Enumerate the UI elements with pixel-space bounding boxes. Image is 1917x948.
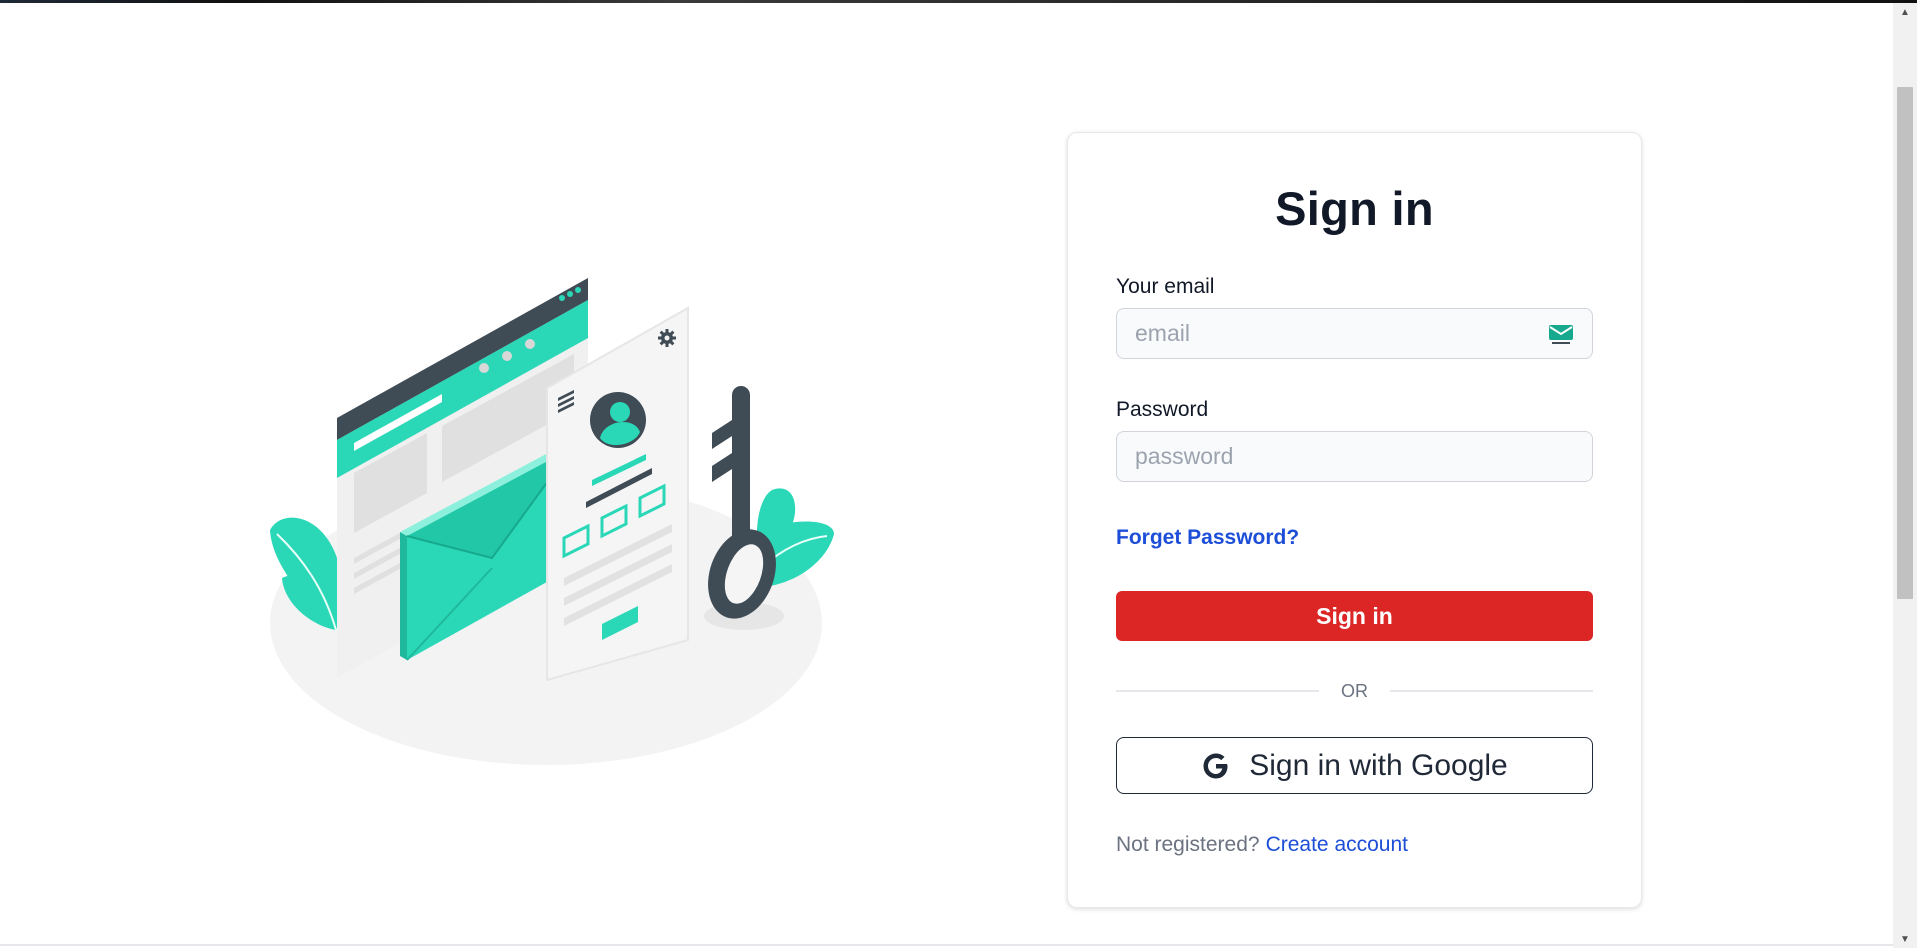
login-illustration bbox=[270, 278, 834, 765]
page-title: Sign in bbox=[1275, 182, 1434, 235]
google-g-icon bbox=[1203, 753, 1228, 778]
password-field-container bbox=[1116, 431, 1593, 482]
email-field-container bbox=[1116, 308, 1593, 359]
divider-label: OR bbox=[1341, 680, 1368, 701]
forgot-password-link[interactable]: Forget Password? bbox=[1116, 526, 1299, 550]
password-field[interactable] bbox=[1135, 443, 1574, 470]
password-label: Password bbox=[1116, 398, 1209, 421]
vertical-scrollbar[interactable]: ▲ ▼ bbox=[1893, 3, 1917, 948]
page-bottom-border bbox=[0, 944, 1893, 946]
scroll-down-arrow-icon[interactable]: ▼ bbox=[1893, 930, 1917, 948]
top-loading-bar bbox=[0, 0, 1917, 3]
signin-card: Sign in Your email Password Forget Passw… bbox=[1067, 132, 1642, 908]
divider-line-right bbox=[1390, 690, 1593, 692]
mail-icon bbox=[1549, 324, 1573, 344]
scroll-up-arrow-icon[interactable]: ▲ bbox=[1893, 3, 1917, 21]
scrollbar-thumb[interactable] bbox=[1897, 87, 1913, 599]
divider-line-left bbox=[1116, 690, 1319, 692]
google-signin-button[interactable]: Sign in with Google bbox=[1116, 737, 1593, 794]
create-account-link[interactable]: Create account bbox=[1266, 833, 1408, 856]
email-field[interactable] bbox=[1135, 320, 1548, 347]
gear-icon bbox=[658, 329, 676, 347]
not-registered-text: Not registered? bbox=[1116, 833, 1260, 856]
register-prompt: Not registered? Create account bbox=[1116, 833, 1408, 857]
google-signin-label: Sign in with Google bbox=[1249, 748, 1508, 782]
email-label: Your email bbox=[1116, 275, 1215, 298]
signin-button[interactable]: Sign in bbox=[1116, 591, 1593, 641]
or-divider: OR bbox=[1116, 680, 1593, 702]
